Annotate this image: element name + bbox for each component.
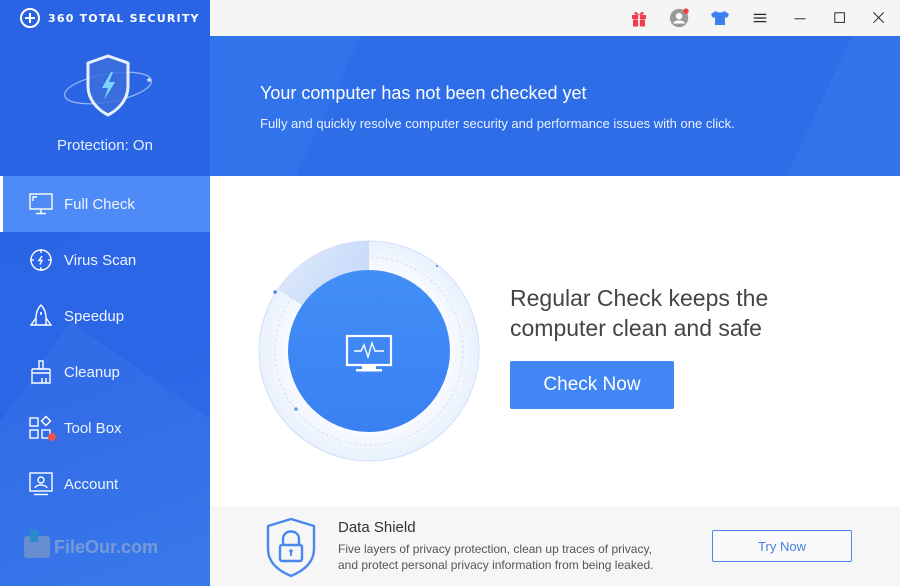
toolbox-icon [28, 415, 56, 441]
account-icon [28, 471, 54, 497]
brand-logo-icon [20, 8, 40, 28]
sidebar-item-label: Virus Scan [64, 251, 137, 269]
rocket-icon [28, 303, 54, 329]
sidebar-item-label: Tool Box [64, 419, 122, 437]
title-bar [210, 0, 900, 36]
sidebar: 360 TOTAL SECURITY Protection: On Full C… [0, 0, 210, 586]
promo-desc-line-1: Five layers of privacy protection, clean… [338, 542, 652, 556]
watermark-logo-icon [24, 530, 50, 558]
status-banner: Your computer has not been checked yet F… [210, 36, 900, 176]
promo-title: Data Shield [338, 519, 416, 536]
sidebar-item-label: Speedup [64, 307, 125, 325]
promo-description: Five layers of privacy protection, clean… [338, 541, 698, 573]
user-avatar-icon[interactable] [668, 6, 692, 30]
skin-tshirt-icon[interactable] [708, 6, 732, 30]
promo-desc-line-2: and protect personal privacy information… [338, 558, 654, 572]
data-shield-promo: Data Shield Five layers of privacy prote… [210, 506, 900, 586]
banner-subtitle: Fully and quickly resolve computer secur… [260, 116, 735, 131]
headline: Regular Check keeps the computer clean a… [510, 283, 768, 343]
banner-title: Your computer has not been checked yet [260, 83, 587, 103]
protection-status: Protection: On [57, 137, 153, 154]
check-now-button[interactable]: Check Now [510, 361, 674, 409]
protection-shield-icon [60, 50, 156, 122]
maximize-icon[interactable] [828, 6, 852, 30]
broom-icon [28, 359, 54, 385]
headline-line-1: Regular Check keeps the [510, 285, 769, 311]
close-icon[interactable] [867, 6, 891, 30]
sidebar-item-speedup[interactable]: Speedup [0, 288, 210, 344]
sidebar-item-tool-box[interactable]: Tool Box [0, 400, 210, 456]
gift-icon[interactable] [627, 6, 651, 30]
menu-icon[interactable] [748, 6, 772, 30]
headline-line-2: computer clean and safe [510, 315, 762, 341]
virus-scan-icon [28, 247, 54, 273]
main-content: Regular Check keeps the computer clean a… [210, 176, 900, 506]
app-window: 360 TOTAL SECURITY Protection: On Full C… [0, 0, 900, 586]
sidebar-item-label: Cleanup [64, 363, 120, 381]
try-now-button[interactable]: Try Now [712, 530, 852, 562]
watermark-text: FileOur.com [54, 536, 159, 557]
sidebar-item-account[interactable]: Account [0, 456, 210, 512]
check-ring [257, 239, 481, 463]
sidebar-item-cleanup[interactable]: Cleanup [0, 344, 210, 400]
brand-name: 360 TOTAL SECURITY [48, 11, 200, 25]
sidebar-item-label: Full Check [64, 195, 135, 213]
monitor-icon [28, 191, 54, 217]
brand: 360 TOTAL SECURITY [20, 8, 200, 28]
notification-badge [48, 433, 56, 441]
sidebar-item-virus-scan[interactable]: Virus Scan [0, 232, 210, 288]
sidebar-item-label: Account [64, 475, 119, 493]
data-shield-lock-icon [260, 515, 322, 579]
sidebar-item-full-check[interactable]: Full Check [0, 176, 210, 232]
sidebar-nav: Full Check Virus Scan Speedup Cleanup To… [0, 176, 210, 512]
watermark: FileOur.com [24, 530, 159, 558]
minimize-icon[interactable] [788, 6, 812, 30]
